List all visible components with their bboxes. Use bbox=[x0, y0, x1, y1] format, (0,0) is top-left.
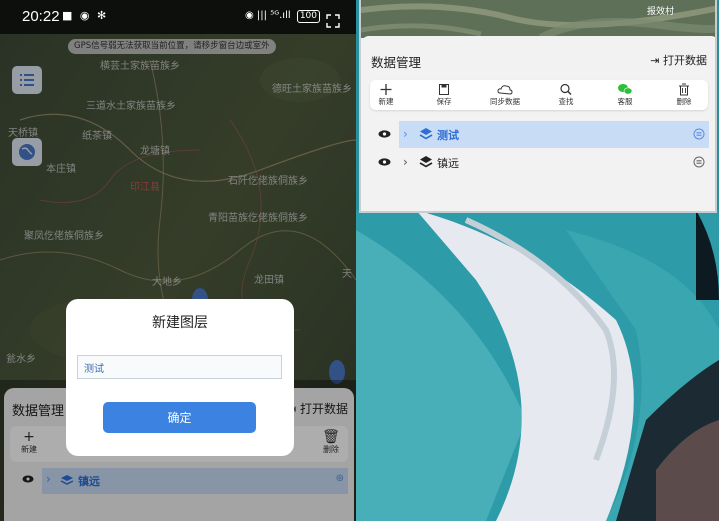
layer-name: 镇远 bbox=[437, 157, 459, 170]
new-layer-dialog: 新建图层 确定 bbox=[66, 299, 294, 456]
save-button[interactable]: 保存 bbox=[422, 83, 466, 107]
confirm-button[interactable]: 确定 bbox=[103, 402, 256, 433]
sync-button[interactable]: 同步数据 bbox=[483, 83, 527, 107]
layer-row[interactable]: › 镇远 bbox=[369, 149, 709, 176]
open-data-button[interactable]: ⇥ 打开数据 bbox=[650, 52, 707, 68]
customer-service-label: 客服 bbox=[617, 97, 633, 106]
expand-window-icon[interactable] bbox=[326, 14, 340, 28]
open-data-icon: ⇥ bbox=[650, 54, 663, 67]
delete-label: 删除 bbox=[676, 97, 692, 106]
panel-title: 数据管理 bbox=[371, 55, 422, 70]
layer-name: 测试 bbox=[437, 129, 459, 142]
new-button[interactable]: 新建 bbox=[364, 83, 408, 107]
layers-icon bbox=[419, 156, 433, 168]
save-label: 保存 bbox=[436, 97, 452, 106]
status-time: 20:22 bbox=[22, 8, 60, 25]
cloud-sync-icon bbox=[497, 85, 513, 95]
signal-icons: ◉ ||| ⁵ᴳ.ıll 100 bbox=[245, 10, 320, 23]
settings-icon[interactable] bbox=[693, 128, 705, 140]
plus-icon bbox=[380, 84, 392, 95]
new-label: 新建 bbox=[378, 97, 394, 106]
floating-window: 报效村 数据管理 ⇥ 打开数据 新建 保存 同步数据 查找 客服 删除 › 测试… bbox=[359, 0, 717, 213]
visibility-eye-icon[interactable] bbox=[378, 129, 391, 139]
delete-button[interactable]: 删除 bbox=[662, 83, 706, 107]
search-icon bbox=[560, 83, 572, 95]
layer-name-input[interactable] bbox=[77, 355, 282, 379]
panel-toolbar: 新建 保存 同步数据 查找 客服 删除 bbox=[370, 80, 708, 110]
signal-text: ◉ ||| ⁵ᴳ.ıll bbox=[245, 10, 291, 21]
settings-icon[interactable] bbox=[693, 156, 705, 168]
panel-top-edge bbox=[361, 36, 715, 44]
search-button[interactable]: 查找 bbox=[544, 83, 588, 107]
trash-icon bbox=[679, 83, 689, 96]
map-label: 报效村 bbox=[647, 7, 675, 17]
visibility-eye-icon[interactable] bbox=[378, 157, 391, 167]
open-data-label: 打开数据 bbox=[663, 54, 707, 67]
status-bar: 20:22 ■ ◉ ✻ ◉ ||| ⁵ᴳ.ıll 100 bbox=[0, 0, 356, 34]
layers-icon bbox=[419, 128, 433, 140]
dialog-title: 新建图层 bbox=[152, 315, 208, 331]
layer-row-selected[interactable]: › 测试 bbox=[369, 121, 709, 148]
chevron-right-icon[interactable]: › bbox=[403, 127, 408, 141]
customer-service-button[interactable]: 客服 bbox=[603, 83, 647, 107]
battery-icon: 100 bbox=[296, 10, 320, 23]
search-label: 查找 bbox=[558, 97, 574, 106]
chevron-right-icon[interactable]: › bbox=[403, 155, 408, 169]
left-app-screen: 横芸土家族苗族乡 三道水土家族苗族乡 德旺土家族苗族乡 天桥镇 纸茶镇 龙塘镇 … bbox=[0, 0, 356, 521]
notification-icons: ■ ◉ ✻ bbox=[62, 9, 109, 22]
save-icon bbox=[439, 84, 449, 95]
sync-label: 同步数据 bbox=[490, 97, 520, 106]
wechat-icon bbox=[618, 84, 633, 95]
